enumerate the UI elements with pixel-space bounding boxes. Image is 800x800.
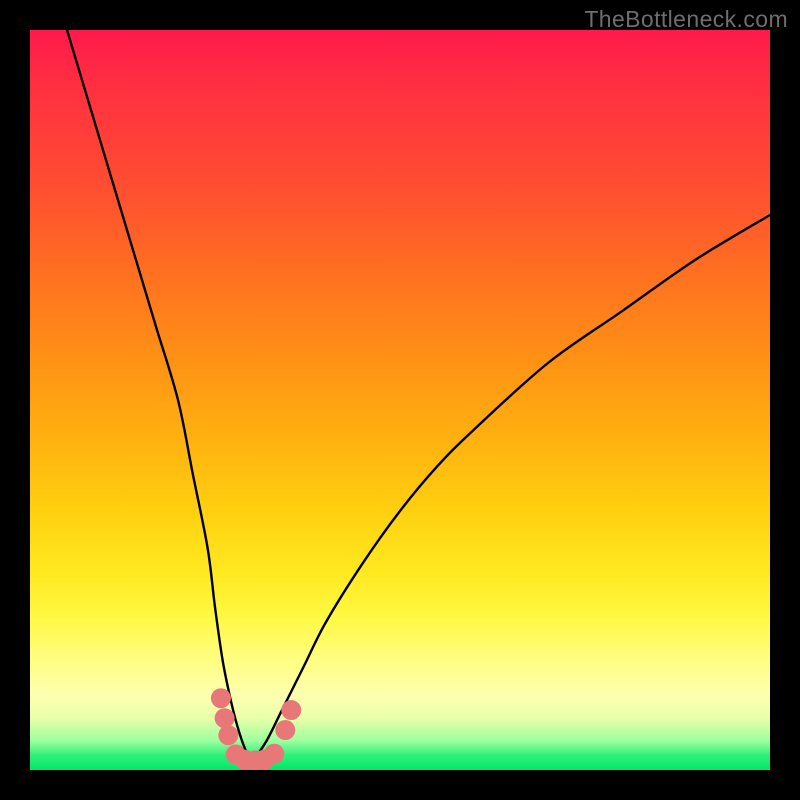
data-marker <box>281 700 301 720</box>
watermark-text: TheBottleneck.com <box>584 6 788 33</box>
chart-canvas: TheBottleneck.com <box>0 0 800 800</box>
data-marker <box>275 720 295 740</box>
chart-plot-area <box>30 30 770 770</box>
data-marker <box>215 708 235 728</box>
series-right-branch <box>252 215 770 763</box>
data-marker <box>218 725 238 745</box>
data-marker <box>211 688 231 708</box>
chart-svg <box>30 30 770 770</box>
data-marker <box>264 744 284 764</box>
series-left-branch <box>67 30 252 763</box>
